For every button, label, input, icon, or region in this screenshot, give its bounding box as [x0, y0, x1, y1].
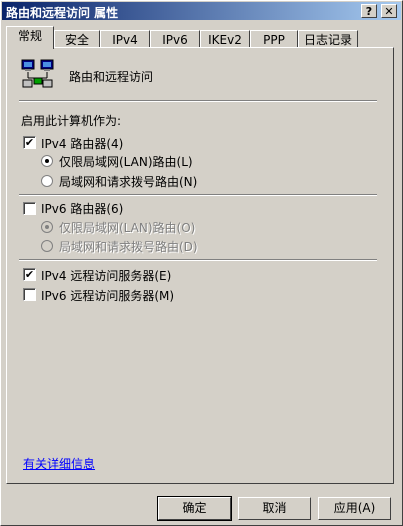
tab-general[interactable]: 常规: [6, 26, 54, 49]
divider: [19, 100, 377, 102]
ipv6-router-checkbox[interactable]: [23, 202, 36, 215]
tab-ipv6[interactable]: IPv6: [150, 30, 200, 48]
tab-ppp[interactable]: PPP: [250, 30, 298, 48]
close-button[interactable]: ✕: [381, 4, 397, 18]
cancel-button[interactable]: 取消: [238, 497, 311, 520]
ipv6-lan-only-label[interactable]: 仅限局域网(LAN)路由(O): [59, 219, 195, 236]
tab-logging[interactable]: 日志记录: [298, 30, 358, 48]
ipv4-lan-only-radio[interactable]: [41, 155, 53, 167]
ipv4-ras-label[interactable]: IPv4 远程访问服务器(E): [41, 267, 171, 284]
ipv6-lan-dial-label[interactable]: 局域网和请求拨号路由(D): [59, 238, 198, 255]
ipv4-ras-checkbox[interactable]: ✔: [23, 268, 36, 281]
ipv4-lan-dial-radio[interactable]: [41, 175, 53, 187]
ok-button[interactable]: 确定: [157, 496, 232, 521]
ipv6-router-label[interactable]: IPv6 路由器(6): [41, 200, 123, 217]
enable-heading: 启用此计算机作为:: [21, 114, 122, 128]
radio-dot: [45, 225, 49, 229]
tab-security[interactable]: 安全: [54, 30, 100, 48]
ipv4-router-label[interactable]: IPv4 路由器(4): [41, 135, 123, 152]
check-icon: ✔: [24, 136, 35, 149]
ipv4-lan-dial-label[interactable]: 局域网和请求拨号路由(N): [59, 173, 197, 190]
more-info-link[interactable]: 有关详细信息: [23, 455, 95, 472]
ipv6-ras-label[interactable]: IPv6 远程访问服务器(M): [41, 287, 174, 304]
check-icon: ✔: [24, 268, 35, 281]
help-button[interactable]: ?: [361, 4, 377, 18]
tab-ikev2[interactable]: IKEv2: [200, 30, 250, 48]
general-panel: 路由和远程访问 启用此计算机作为: ✔ IPv4 路由器(4) 仅限局域网(LA…: [6, 47, 394, 484]
ipv4-router-checkbox[interactable]: ✔: [23, 136, 36, 149]
window-title: 路由和远程访问 属性: [6, 6, 119, 20]
divider: [19, 259, 377, 261]
title-bar: 路由和远程访问 属性 ? ✕: [2, 2, 401, 20]
tab-ipv4[interactable]: IPv4: [100, 30, 150, 48]
apply-button[interactable]: 应用(A): [318, 497, 391, 520]
ipv6-lan-only-radio[interactable]: [41, 221, 53, 233]
ipv6-lan-dial-radio[interactable]: [41, 240, 53, 252]
radio-dot: [45, 159, 49, 163]
ipv4-lan-only-label[interactable]: 仅限局域网(LAN)路由(L): [59, 153, 193, 170]
service-name: 路由和远程访问: [69, 70, 154, 84]
network-computers-icon: [21, 59, 54, 88]
ipv6-ras-checkbox[interactable]: [23, 288, 36, 301]
divider: [19, 194, 377, 196]
